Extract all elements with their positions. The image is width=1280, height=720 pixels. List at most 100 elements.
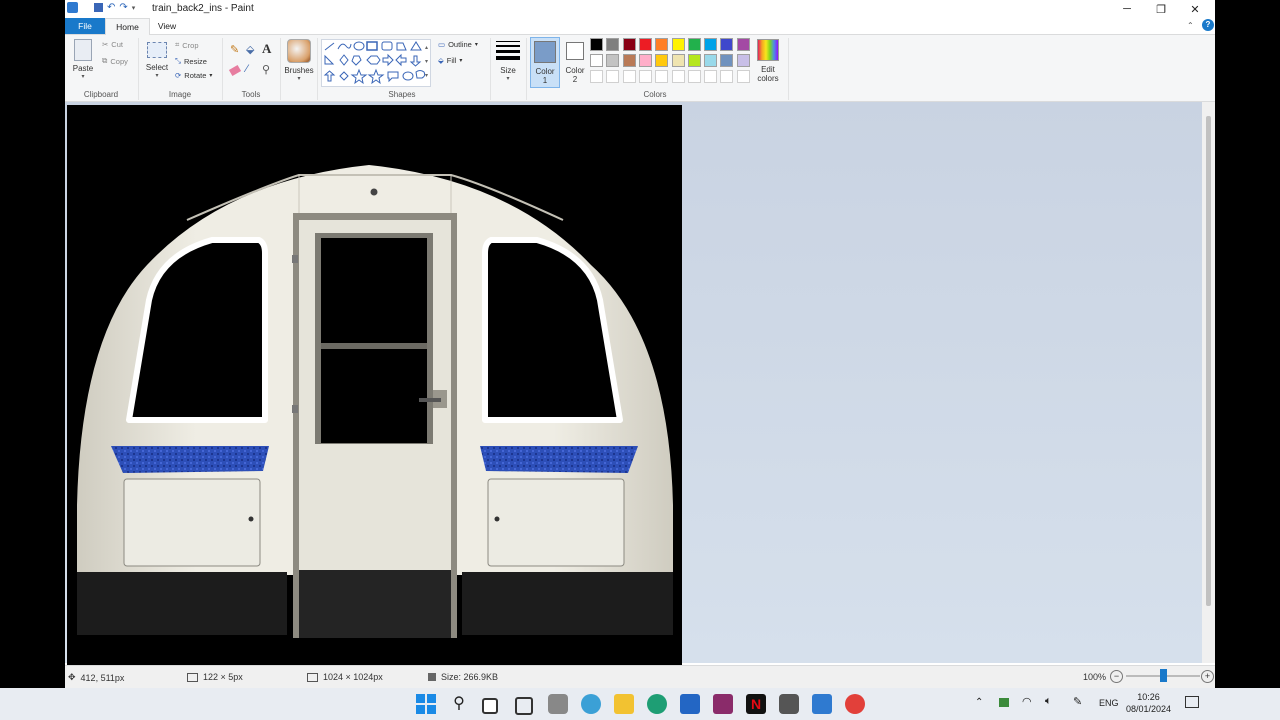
- color-picker-icon[interactable]: ⁄: [246, 63, 248, 75]
- paint-app-icon: [67, 2, 78, 13]
- winrar-icon[interactable]: [713, 694, 733, 714]
- palette-swatch[interactable]: [622, 38, 636, 51]
- edge-icon[interactable]: [581, 694, 601, 714]
- tray-app-icon[interactable]: [999, 698, 1009, 707]
- brushes-button[interactable]: Brushes ▾: [284, 39, 314, 82]
- store-icon[interactable]: [680, 694, 700, 714]
- explorer-icon[interactable]: [614, 694, 634, 714]
- palette-empty-swatch[interactable]: [687, 70, 701, 83]
- close-button[interactable]: ✕: [1177, 0, 1213, 18]
- redo-icon[interactable]: ↷: [119, 2, 127, 13]
- minimize-button[interactable]: ─: [1109, 0, 1145, 18]
- palette-empty-swatch[interactable]: [590, 70, 603, 83]
- clock-date: 08/01/2024: [1126, 704, 1172, 714]
- zoom-out-button[interactable]: −: [1110, 670, 1123, 683]
- language-indicator[interactable]: ENG: [1099, 698, 1119, 708]
- text-icon[interactable]: A: [262, 41, 271, 57]
- palette-empty-swatch[interactable]: [671, 70, 685, 83]
- palette-swatch[interactable]: [671, 54, 685, 67]
- tab-file[interactable]: File: [65, 18, 105, 34]
- palette-swatch[interactable]: [704, 54, 718, 67]
- palette-swatch[interactable]: [736, 54, 750, 67]
- copy-button[interactable]: ⧉ Copy: [102, 56, 128, 66]
- crop-button[interactable]: ⌗ Crop: [175, 40, 199, 50]
- shapes-scroll[interactable]: ▴ ▾ ▾: [425, 41, 428, 83]
- palette-empty-swatch[interactable]: [622, 70, 636, 83]
- shapes-gallery-icons: [323, 41, 426, 85]
- collapse-ribbon-icon[interactable]: ⌃: [1187, 21, 1194, 30]
- magnifier-icon[interactable]: ⚲: [262, 63, 270, 76]
- tab-home[interactable]: Home: [105, 18, 150, 35]
- outline-button[interactable]: ▭ Outline ▾: [438, 40, 478, 49]
- help-icon[interactable]: ?: [1202, 19, 1214, 31]
- resize-button[interactable]: ⤡ Resize: [175, 56, 207, 66]
- palette-swatch[interactable]: [736, 38, 750, 51]
- clock[interactable]: 10:26 08/01/2024: [1126, 691, 1171, 715]
- customize-qat-icon[interactable]: ▾: [132, 4, 136, 12]
- paste-button[interactable]: Paste ▾: [71, 39, 95, 80]
- selection-icon: [187, 672, 198, 682]
- edit-colors-button[interactable]: Edit colors: [755, 39, 781, 83]
- palette-swatch[interactable]: [671, 38, 685, 51]
- palette-swatch[interactable]: [655, 38, 669, 51]
- edge-browser-icon[interactable]: [647, 694, 667, 714]
- palette-swatch[interactable]: [622, 54, 636, 67]
- zoom-slider-thumb[interactable]: [1159, 669, 1167, 682]
- palette-swatch[interactable]: [720, 54, 734, 67]
- pen-icon[interactable]: ✎: [1073, 695, 1082, 708]
- camera-icon[interactable]: [779, 694, 799, 714]
- cut-button[interactable]: ✂ Cut: [102, 40, 123, 49]
- palette-swatch[interactable]: [590, 54, 603, 67]
- palette-swatch[interactable]: [687, 38, 701, 51]
- palette-swatch[interactable]: [687, 54, 701, 67]
- palette-swatch[interactable]: [638, 38, 652, 51]
- paint-canvas[interactable]: [67, 105, 682, 665]
- fill-bucket-icon[interactable]: ⬙: [246, 43, 254, 56]
- palette-empty-swatch[interactable]: [720, 70, 734, 83]
- app-icon[interactable]: [548, 694, 568, 714]
- notifications-icon[interactable]: [1185, 696, 1199, 708]
- scroll-thumb[interactable]: [1206, 116, 1211, 606]
- zoom-in-button[interactable]: +: [1201, 670, 1214, 683]
- fill-button[interactable]: ⬙ Fill ▾: [438, 56, 462, 65]
- shapes-gallery[interactable]: [321, 39, 431, 87]
- select-button[interactable]: Select ▾: [145, 39, 169, 79]
- color2-button[interactable]: Color 2: [562, 38, 588, 84]
- brush-icon: [287, 39, 311, 63]
- widgets-icon[interactable]: [515, 697, 533, 715]
- clock-time: 10:26: [1137, 692, 1160, 702]
- pencil-icon[interactable]: ✎: [230, 43, 239, 56]
- windows-start-icon[interactable]: [416, 694, 436, 714]
- eraser-icon[interactable]: [228, 64, 242, 77]
- palette-empty-swatch[interactable]: [638, 70, 652, 83]
- save-icon[interactable]: [94, 3, 103, 12]
- palette-swatch[interactable]: [606, 54, 620, 67]
- rotate-button[interactable]: ⟳ Rotate ▾: [175, 71, 212, 80]
- palette-empty-swatch[interactable]: [704, 70, 718, 83]
- netflix-icon[interactable]: N: [746, 694, 766, 714]
- chrome-icon[interactable]: [845, 694, 865, 714]
- palette-empty-swatch[interactable]: [606, 70, 620, 83]
- size-button[interactable]: Size ▾: [494, 39, 522, 82]
- task-view-icon[interactable]: [482, 698, 498, 714]
- tab-view[interactable]: View: [153, 18, 181, 34]
- zoom-slider[interactable]: [1126, 669, 1200, 682]
- palette-swatch[interactable]: [655, 54, 669, 67]
- vertical-scrollbar[interactable]: [1202, 102, 1215, 663]
- wifi-icon[interactable]: ◠: [1022, 695, 1032, 708]
- tray-overflow-icon[interactable]: ⌃: [975, 697, 983, 708]
- color1-button[interactable]: Color 1: [530, 37, 560, 88]
- palette-swatch[interactable]: [638, 54, 652, 67]
- palette-empty-swatch[interactable]: [736, 70, 750, 83]
- search-icon[interactable]: ⚲: [449, 694, 469, 714]
- palette-swatch[interactable]: [704, 38, 718, 51]
- paint-icon[interactable]: [812, 694, 832, 714]
- restore-button[interactable]: ❐: [1143, 0, 1179, 18]
- undo-icon[interactable]: ↶: [107, 2, 115, 13]
- palette-swatch[interactable]: [590, 38, 603, 51]
- volume-icon[interactable]: 🔈︎: [1045, 695, 1052, 708]
- ribbon-tabs: File Home View ⌃ ?: [65, 18, 1215, 35]
- palette-swatch[interactable]: [720, 38, 734, 51]
- palette-swatch[interactable]: [606, 38, 620, 51]
- palette-empty-swatch[interactable]: [655, 70, 669, 83]
